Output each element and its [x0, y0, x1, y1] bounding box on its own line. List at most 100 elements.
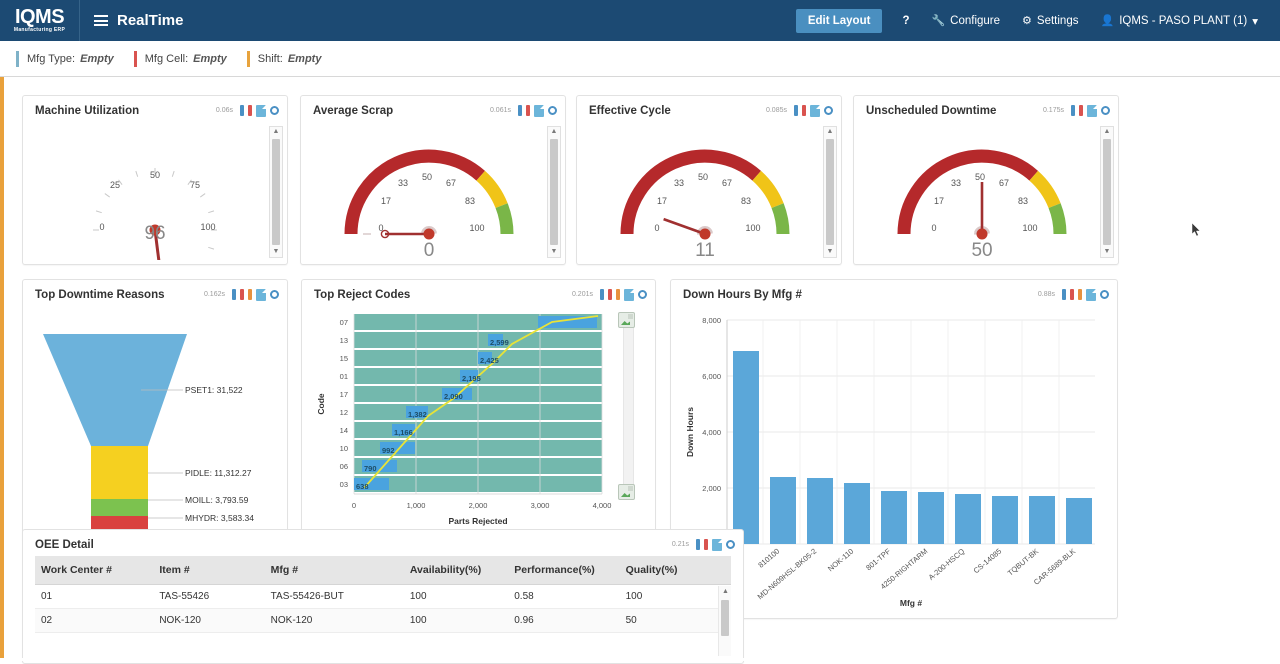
column-item[interactable]: Item # — [153, 556, 264, 585]
scroll-down-arrow-icon[interactable]: ▼ — [551, 247, 558, 257]
brand-logo[interactable]: IQMS Manufacturing ERP — [0, 0, 80, 41]
widget-settings-gear-icon[interactable] — [638, 290, 647, 299]
chart-type-bar-icon[interactable] — [232, 289, 236, 300]
bar-4250-rightarm[interactable] — [918, 492, 944, 544]
table-row[interactable]: 01 TAS-55426 TAS-55426-BUT 100 0.58 100 — [35, 585, 731, 609]
pareto-xtick-0: 0 — [352, 501, 356, 510]
funnel-top-downtime-reasons: PSET1: 31,522 PIDLE: 11,312.27 MOILL: 3,… — [23, 306, 287, 539]
chart-type-pie-icon[interactable] — [1070, 289, 1074, 300]
column-quality[interactable]: Quality(%) — [620, 556, 731, 585]
funnel-label-pidle: PIDLE: 11,312.27 — [185, 468, 252, 478]
chart-type-funnel-icon[interactable] — [248, 289, 252, 300]
bar-a-200-hscq[interactable] — [955, 494, 981, 544]
chart-type-gauge-icon[interactable] — [248, 105, 252, 116]
chart-type-bar-icon[interactable] — [518, 105, 522, 116]
gauge-tick-0: 0 — [931, 223, 936, 233]
bar-car-5689-blk[interactable] — [1066, 498, 1092, 544]
export-document-icon[interactable] — [624, 289, 634, 301]
table-row[interactable]: 02 NOK-120 NOK-120 100 0.96 50 — [35, 609, 731, 633]
hamburger-menu-icon[interactable] — [94, 15, 108, 26]
chart-type-bar-icon[interactable] — [1071, 105, 1075, 116]
downhours-xtick-3: NOK-110 — [826, 547, 855, 574]
chart-type-gauge-icon[interactable] — [1079, 105, 1083, 116]
export-document-icon[interactable] — [712, 539, 722, 551]
widget-settings-gear-icon[interactable] — [548, 106, 557, 115]
chart-image-export-bottom-icon[interactable] — [618, 484, 635, 500]
export-document-icon[interactable] — [1087, 105, 1097, 117]
bar-md-n609hsl-bk05-2[interactable] — [807, 478, 833, 544]
funnel-segment-moill[interactable] — [91, 499, 148, 516]
chart-type-bar-icon[interactable] — [600, 289, 604, 300]
bar-tqbut-bk[interactable] — [1029, 496, 1055, 544]
chart-type-table-icon[interactable] — [704, 539, 708, 550]
filter-shift[interactable]: Shift: Empty — [247, 51, 336, 67]
widget-header: Effective Cycle 0.085s — [577, 96, 841, 122]
scroll-down-arrow-icon[interactable]: ▼ — [273, 247, 280, 257]
filter-label: Mfg Cell: — [145, 53, 188, 65]
chart-type-column-icon[interactable] — [1078, 289, 1082, 300]
scroll-thumb[interactable] — [826, 139, 834, 245]
help-button[interactable]: ? — [892, 9, 919, 33]
export-document-icon[interactable] — [1086, 289, 1096, 301]
downhours-ytick-4000: 4,000 — [702, 428, 721, 437]
filter-mfg-cell[interactable]: Mfg Cell: Empty — [134, 51, 241, 67]
canvas-left-accent — [0, 77, 4, 661]
scroll-thumb[interactable] — [550, 139, 558, 245]
chart-type-bar-icon[interactable] — [696, 539, 700, 550]
settings-button[interactable]: ⚙ Settings — [1012, 8, 1088, 33]
widget-settings-gear-icon[interactable] — [270, 106, 279, 115]
scroll-up-arrow-icon[interactable]: ▲ — [1104, 127, 1111, 137]
widget-settings-gear-icon[interactable] — [1101, 106, 1110, 115]
column-mfg[interactable]: Mfg # — [265, 556, 404, 585]
chart-type-bar-icon[interactable] — [794, 105, 798, 116]
bar-nok-110[interactable] — [844, 483, 870, 544]
edit-layout-button[interactable]: Edit Layout — [796, 9, 883, 33]
export-document-icon[interactable] — [534, 105, 544, 117]
column-performance[interactable]: Performance(%) — [508, 556, 619, 585]
funnel-segment-pidle[interactable] — [91, 446, 148, 499]
widget-settings-gear-icon[interactable] — [1100, 290, 1109, 299]
scroll-down-arrow-icon[interactable]: ▼ — [1104, 247, 1111, 257]
scroll-down-arrow-icon[interactable]: ▼ — [827, 247, 834, 257]
scroll-thumb[interactable] — [721, 600, 729, 636]
bar-cs-14085[interactable] — [992, 496, 1018, 544]
export-document-icon[interactable] — [256, 289, 266, 301]
widget-scrollbar[interactable]: ▲ ▼ — [269, 126, 283, 258]
scroll-thumb[interactable] — [1103, 139, 1111, 245]
export-document-icon[interactable] — [256, 105, 266, 117]
configure-button[interactable]: 🔧 Configure — [921, 8, 1010, 33]
widget-settings-gear-icon[interactable] — [270, 290, 279, 299]
downhours-xtick-7: CS-14085 — [972, 547, 1004, 576]
bar-810100[interactable] — [770, 477, 796, 544]
scroll-thumb[interactable] — [272, 139, 280, 245]
chart-type-pareto-icon[interactable] — [616, 289, 620, 300]
cell-availability: 100 — [404, 585, 508, 609]
widget-settings-gear-icon[interactable] — [726, 540, 735, 549]
scroll-up-arrow-icon[interactable]: ▲ — [827, 127, 834, 137]
filter-mfg-type[interactable]: Mfg Type: Empty — [16, 51, 128, 67]
chart-type-gauge-icon[interactable] — [802, 105, 806, 116]
chart-type-pie-icon[interactable] — [240, 289, 244, 300]
chart-type-gauge-icon[interactable] — [526, 105, 530, 116]
column-availability[interactable]: Availability(%) — [404, 556, 508, 585]
scroll-up-arrow-icon[interactable]: ▲ — [722, 588, 729, 595]
table-scrollbar[interactable]: ▲ — [718, 586, 731, 656]
bar-801-tpf[interactable] — [881, 491, 907, 544]
chart-type-bar-icon[interactable] — [1062, 289, 1066, 300]
gauge-value: 96 — [144, 223, 165, 244]
pareto-inner-scrollbar[interactable] — [623, 316, 634, 496]
widget-settings-gear-icon[interactable] — [824, 106, 833, 115]
widget-scrollbar[interactable]: ▲ ▼ — [1100, 126, 1114, 258]
widget-scrollbar[interactable]: ▲ ▼ — [823, 126, 837, 258]
scroll-up-arrow-icon[interactable]: ▲ — [273, 127, 280, 137]
user-menu[interactable]: 👤 IQMS - PASO PLANT (1) ▾ — [1090, 8, 1268, 34]
scroll-up-arrow-icon[interactable]: ▲ — [551, 127, 558, 137]
bar-sys4c-302100-08[interactable] — [733, 351, 759, 544]
export-document-icon[interactable] — [810, 105, 820, 117]
chart-type-bar-icon[interactable] — [240, 105, 244, 116]
widget-scrollbar[interactable]: ▲ ▼ — [547, 126, 561, 258]
chart-image-export-top-icon[interactable] — [618, 312, 635, 328]
chart-type-pie-icon[interactable] — [608, 289, 612, 300]
pareto-xtick-4000: 4,000 — [593, 501, 612, 510]
column-work-center[interactable]: Work Center # — [35, 556, 153, 585]
